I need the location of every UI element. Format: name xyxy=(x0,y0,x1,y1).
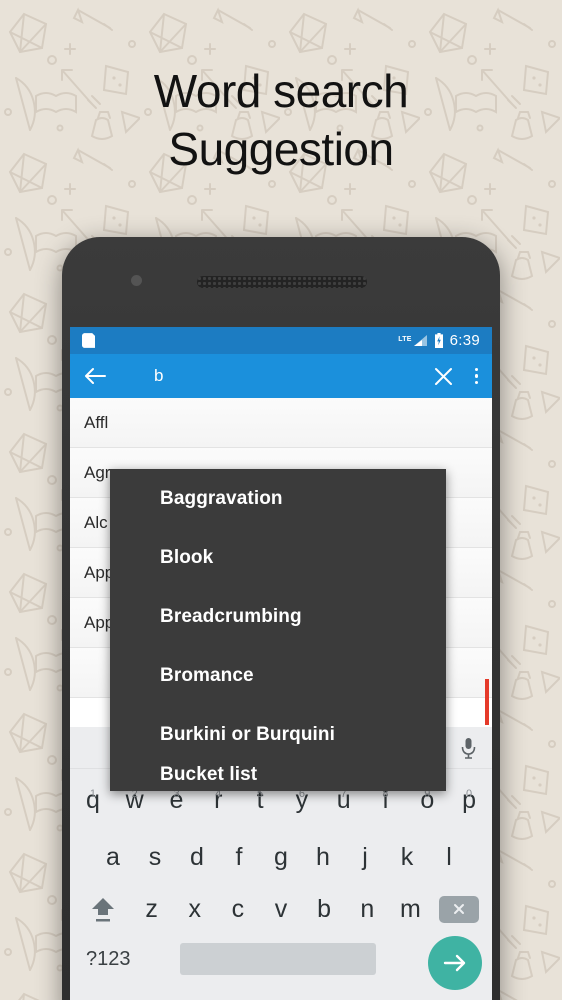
key-p[interactable]: 0p xyxy=(448,786,490,815)
key-number: 1 xyxy=(89,787,96,800)
keyboard-row-3: z x c v b n m xyxy=(70,883,492,935)
signal-group: LTE xyxy=(398,334,427,347)
sd-card-icon xyxy=(82,333,95,348)
key-number: 0 xyxy=(466,787,473,800)
key-k[interactable]: k xyxy=(386,843,428,872)
backspace-delete-icon xyxy=(438,895,479,923)
list-item[interactable]: Affl xyxy=(70,398,492,448)
key-g[interactable]: g xyxy=(260,843,302,872)
key-h[interactable]: h xyxy=(302,843,344,872)
status-clock: 6:39 xyxy=(449,332,480,349)
shift-arrow-icon xyxy=(92,898,114,922)
key-f[interactable]: f xyxy=(218,843,260,872)
headline-line-2: Suggestion xyxy=(168,123,394,175)
close-x-icon[interactable] xyxy=(434,367,453,386)
key-m[interactable]: m xyxy=(389,895,432,924)
arrow-right-enter-icon xyxy=(443,954,466,972)
suggestion-item[interactable]: Blook xyxy=(110,528,446,587)
suggestion-dropdown: Baggravation Blook Breadcrumbing Bromanc… xyxy=(110,469,446,791)
key-x[interactable]: x xyxy=(173,895,216,924)
word-list-area: Affl Agr Alc App App Baggravation Blook … xyxy=(70,398,492,791)
phone-mockup: LTE 6:39 b Affl Agr Alc App App Baggrava… xyxy=(62,237,500,1000)
key-n[interactable]: n xyxy=(346,895,389,924)
keyboard-row-4: ?123 xyxy=(70,935,492,990)
key-b[interactable]: b xyxy=(303,895,346,924)
key-l[interactable]: l xyxy=(428,843,470,872)
suggestion-item[interactable]: Breadcrumbing xyxy=(110,587,446,646)
status-icons: LTE 6:39 xyxy=(398,332,480,349)
network-type-label: LTE xyxy=(398,336,412,343)
phone-screen: LTE 6:39 b Affl Agr Alc App App Baggrava… xyxy=(70,327,492,1000)
key-j[interactable]: j xyxy=(344,843,386,872)
symbols-key[interactable]: ?123 xyxy=(80,948,144,971)
suggestion-item[interactable]: Burkini or Burquini xyxy=(110,705,446,764)
keyboard-row-2: a s d f g h j k l xyxy=(70,831,492,883)
backspace-key[interactable] xyxy=(432,895,486,923)
arrow-left-icon[interactable] xyxy=(84,367,106,385)
more-vertical-icon[interactable] xyxy=(474,367,478,385)
key-z[interactable]: z xyxy=(130,895,173,924)
suggestion-item[interactable]: Baggravation xyxy=(110,469,446,528)
key-s[interactable]: s xyxy=(134,843,176,872)
backspace-x-glyph xyxy=(453,904,464,914)
battery-charging-icon xyxy=(434,333,443,348)
key-d[interactable]: d xyxy=(176,843,218,872)
search-input[interactable]: b xyxy=(154,366,163,386)
headline-line-1: Word search xyxy=(153,65,409,117)
shift-key[interactable] xyxy=(76,895,130,923)
suggestion-item[interactable]: Bucket list xyxy=(110,764,446,791)
key-q[interactable]: 1q xyxy=(72,786,114,815)
suggestion-item[interactable]: Bromance xyxy=(110,646,446,705)
space-key[interactable] xyxy=(180,943,376,975)
earpiece-speaker-icon xyxy=(197,276,367,288)
key-a[interactable]: a xyxy=(92,843,134,872)
status-bar: LTE 6:39 xyxy=(70,327,492,354)
key-c[interactable]: c xyxy=(216,895,259,924)
toolbar-actions xyxy=(434,367,478,386)
microphone-icon[interactable] xyxy=(461,738,476,759)
front-camera-icon xyxy=(131,275,142,286)
enter-key[interactable] xyxy=(428,936,482,990)
search-toolbar: b xyxy=(70,354,492,398)
scroll-indicator[interactable] xyxy=(485,679,489,725)
key-v[interactable]: v xyxy=(259,895,302,924)
promo-headline: Word search Suggestion xyxy=(0,62,562,178)
signal-bars-icon xyxy=(413,335,427,346)
